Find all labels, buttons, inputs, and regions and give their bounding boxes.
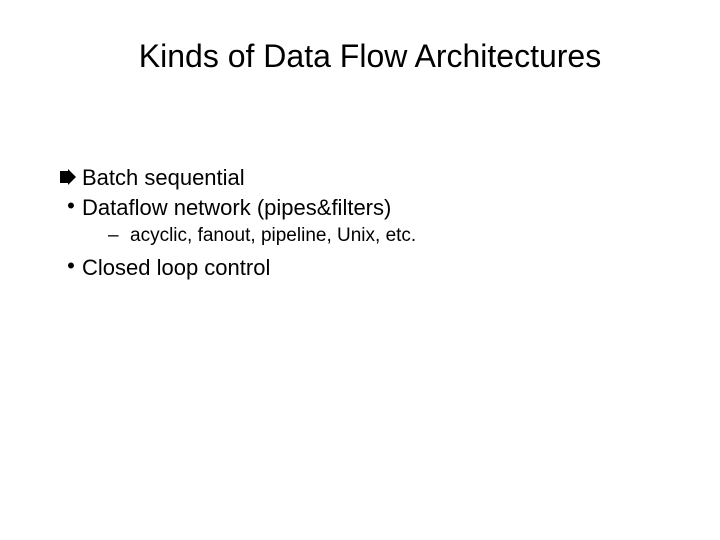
- dot-bullet-icon: •: [60, 195, 82, 217]
- bullet-text: Closed loop control: [82, 255, 670, 281]
- bullet-item-1: • Dataflow network (pipes&filters): [60, 195, 670, 221]
- bullet-item-0: Batch sequential: [60, 165, 670, 191]
- sub-bullet-text: acyclic, fanout, pipeline, Unix, etc.: [130, 225, 670, 247]
- slide-container: Kinds of Data Flow Architectures Batch s…: [0, 0, 720, 540]
- bullet-text: Dataflow network (pipes&filters): [82, 195, 670, 221]
- slide-title: Kinds of Data Flow Architectures: [70, 38, 670, 75]
- dash-bullet-icon: –: [108, 225, 130, 247]
- slide-content: Batch sequential • Dataflow network (pip…: [50, 165, 670, 281]
- bullet-item-2: • Closed loop control: [60, 255, 670, 281]
- sub-bullet-item: – acyclic, fanout, pipeline, Unix, etc.: [60, 225, 670, 247]
- bullet-text: Batch sequential: [82, 165, 670, 191]
- arrow-right-icon: [60, 165, 82, 191]
- dot-bullet-icon: •: [60, 255, 82, 277]
